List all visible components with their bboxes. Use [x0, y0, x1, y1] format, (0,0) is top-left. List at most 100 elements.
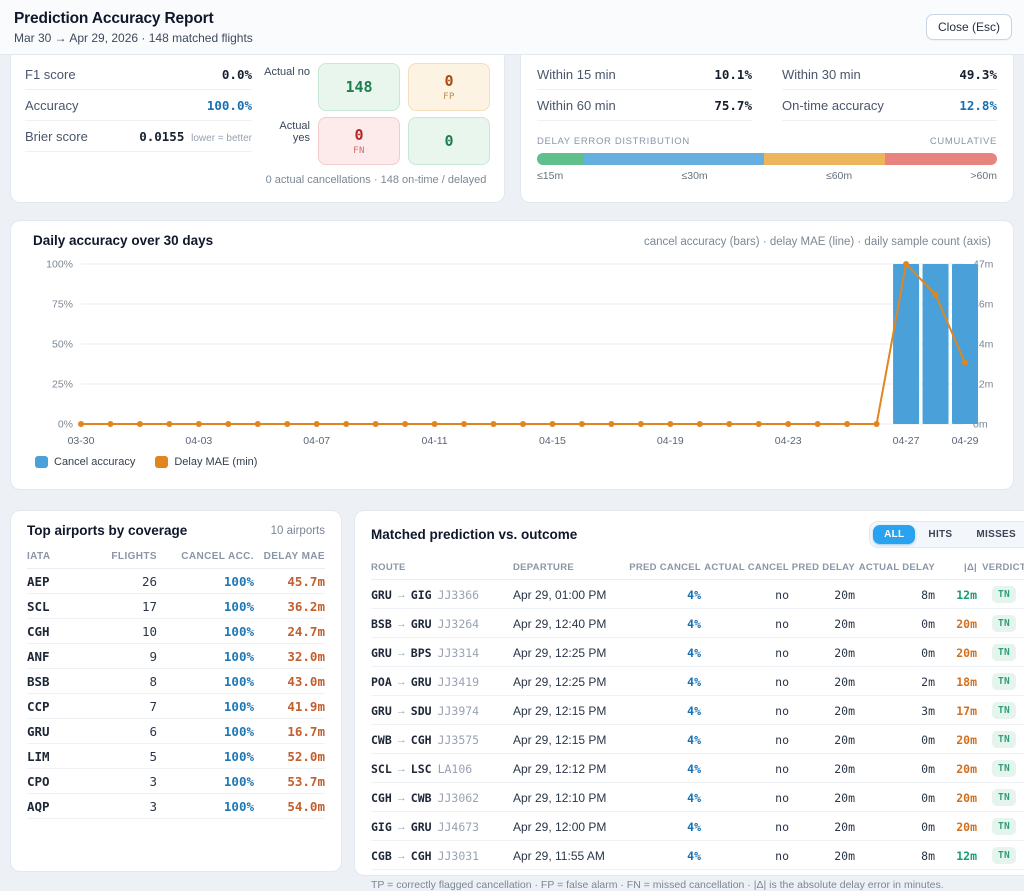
legend-swatch	[35, 456, 48, 468]
matched-actual-delay: 0m	[855, 638, 935, 667]
matched-verdict: TN	[977, 725, 1024, 754]
matched-pred-cancel: 4%	[625, 667, 701, 696]
matched-departure: Apr 29, 12:12 PM	[513, 754, 625, 783]
svg-text:04-03: 04-03	[185, 435, 212, 447]
matched-actual-cancel: no	[701, 783, 789, 812]
airport-iata: BSB	[27, 669, 79, 694]
pred-cancel-value: 4%	[687, 704, 701, 718]
route-from: BSB	[371, 617, 392, 631]
airport-delay-mae: 53.7m	[254, 769, 325, 794]
verdict-badge: TN	[992, 731, 1016, 748]
daily-accuracy-panel: Daily accuracy over 30 days cancel accur…	[10, 220, 1014, 490]
matched-title: Matched prediction vs. outcome	[371, 527, 577, 542]
actual-delay-value: 0m	[921, 820, 935, 834]
route-arrow-icon: →	[396, 850, 407, 862]
metric-label: Accuracy	[25, 98, 78, 113]
matched-pred-delay: 20m	[789, 580, 855, 609]
matched-verdict: TN	[977, 783, 1024, 812]
actual-delay-value: 0m	[921, 762, 935, 776]
route-to: BPS	[411, 646, 432, 660]
flight-number: JJ3974	[438, 704, 480, 718]
airport-flights: 9	[79, 644, 157, 669]
matched-route: POA→GRUJJ3419	[371, 667, 513, 696]
actual-delay-value: 0m	[921, 733, 935, 747]
matched-delta: 18m	[935, 667, 977, 696]
close-button[interactable]: Close (Esc)	[926, 14, 1012, 40]
pred-delay-value: 20m	[834, 733, 855, 747]
matched-actual-cancel: no	[701, 841, 789, 870]
delta-value: 12m	[956, 588, 977, 602]
svg-text:04-19: 04-19	[657, 435, 684, 447]
metric-suffix: lower = better	[188, 133, 252, 144]
distribution-segment-label: >60m	[970, 170, 997, 182]
matched-route: CGB→CGHJJ3031	[371, 841, 513, 870]
matched-actual-delay: 0m	[855, 812, 935, 841]
airport-cancel-accuracy: 100%	[157, 719, 254, 744]
tab-misses[interactable]: MISSES	[965, 525, 1024, 544]
actual-cancel-value: no	[775, 849, 789, 863]
airport-flights: 10	[79, 619, 157, 644]
airports-column-header: DELAY MAE	[254, 544, 325, 569]
route-arrow-icon: →	[396, 705, 407, 717]
route-from: GRU	[371, 588, 392, 602]
airport-iata: SCL	[27, 594, 79, 619]
distribution-segment-label: ≤30m	[681, 170, 707, 182]
airport-cancel-accuracy: 100%	[157, 619, 254, 644]
delay-stat-row: Within 60 min75.7%	[537, 90, 752, 121]
classification-panel: F1 score0.0%Accuracy100.0%Brier score0.0…	[10, 55, 505, 203]
delta-value: 12m	[956, 849, 977, 863]
matched-pred-cancel: 4%	[625, 812, 701, 841]
pred-delay-value: 20m	[834, 762, 855, 776]
distribution-header: DELAY ERROR DISTRIBUTION CUMULATIVE	[537, 136, 997, 147]
actual-cancel-value: no	[775, 617, 789, 631]
svg-text:100%: 100%	[46, 259, 73, 271]
actual-cancel-value: no	[775, 820, 789, 834]
verdict-filter-tabs: ALLHITSMISSES	[869, 521, 1024, 548]
airport-delay-mae: 32.0m	[254, 644, 325, 669]
tab-hits[interactable]: HITS	[917, 525, 963, 544]
matched-route: CWB→CGHJJ3575	[371, 725, 513, 754]
legend-swatch	[155, 456, 168, 468]
confusion-cell-label: FN	[353, 146, 365, 156]
legend-label: Delay MAE (min)	[174, 456, 257, 468]
airport-cancel-accuracy: 100%	[157, 744, 254, 769]
pred-cancel-value: 4%	[687, 762, 701, 776]
delta-value: 20m	[956, 820, 977, 834]
matched-title-row: Matched prediction vs. outcome ALLHITSMI…	[371, 521, 1024, 548]
airport-flights: 6	[79, 719, 157, 744]
matched-column-header: PRED DELAY	[789, 554, 855, 580]
matched-verdict: TN	[977, 638, 1024, 667]
tab-all[interactable]: ALL	[873, 525, 915, 544]
matched-route: GRU→SDUJJ3974	[371, 696, 513, 725]
matched-actual-cancel: no	[701, 638, 789, 667]
route-from: GRU	[371, 646, 392, 660]
pred-delay-value: 20m	[834, 849, 855, 863]
matched-departure: Apr 29, 12:40 PM	[513, 609, 625, 638]
delta-value: 20m	[956, 617, 977, 631]
matched-departure: Apr 29, 01:00 PM	[513, 580, 625, 609]
confusion-cell-warn: 0FP	[408, 63, 490, 111]
confusion-cell-good: 148	[318, 63, 400, 111]
matched-actual-cancel: no	[701, 725, 789, 754]
metric-label: F1 score	[25, 67, 76, 82]
pred-delay-value: 20m	[834, 704, 855, 718]
matched-column-header: ACTUAL DELAY	[855, 554, 935, 580]
matched-pred-cancel: 4%	[625, 580, 701, 609]
verdict-badge: TN	[992, 818, 1016, 835]
delay-stat-row: Within 15 min10.1%	[537, 59, 752, 90]
delay-stat-label: On-time accuracy	[782, 98, 884, 113]
matched-verdict: TN	[977, 841, 1024, 870]
matched-pred-cancel: 4%	[625, 609, 701, 638]
top-airports-panel: Top airports by coverage 10 airports IAT…	[10, 510, 342, 872]
route-arrow-icon: →	[396, 589, 407, 601]
matched-verdict: TN	[977, 696, 1024, 725]
pred-delay-value: 20m	[834, 646, 855, 660]
matched-delta: 17m	[935, 696, 977, 725]
delta-value: 20m	[956, 646, 977, 660]
actual-cancel-value: no	[775, 675, 789, 689]
route-to: GIG	[411, 588, 432, 602]
actual-cancel-value: no	[775, 791, 789, 805]
route-arrow-icon: →	[396, 647, 407, 659]
route-to: GRU	[411, 617, 432, 631]
distribution-segment-label: ≤60m	[826, 170, 852, 182]
